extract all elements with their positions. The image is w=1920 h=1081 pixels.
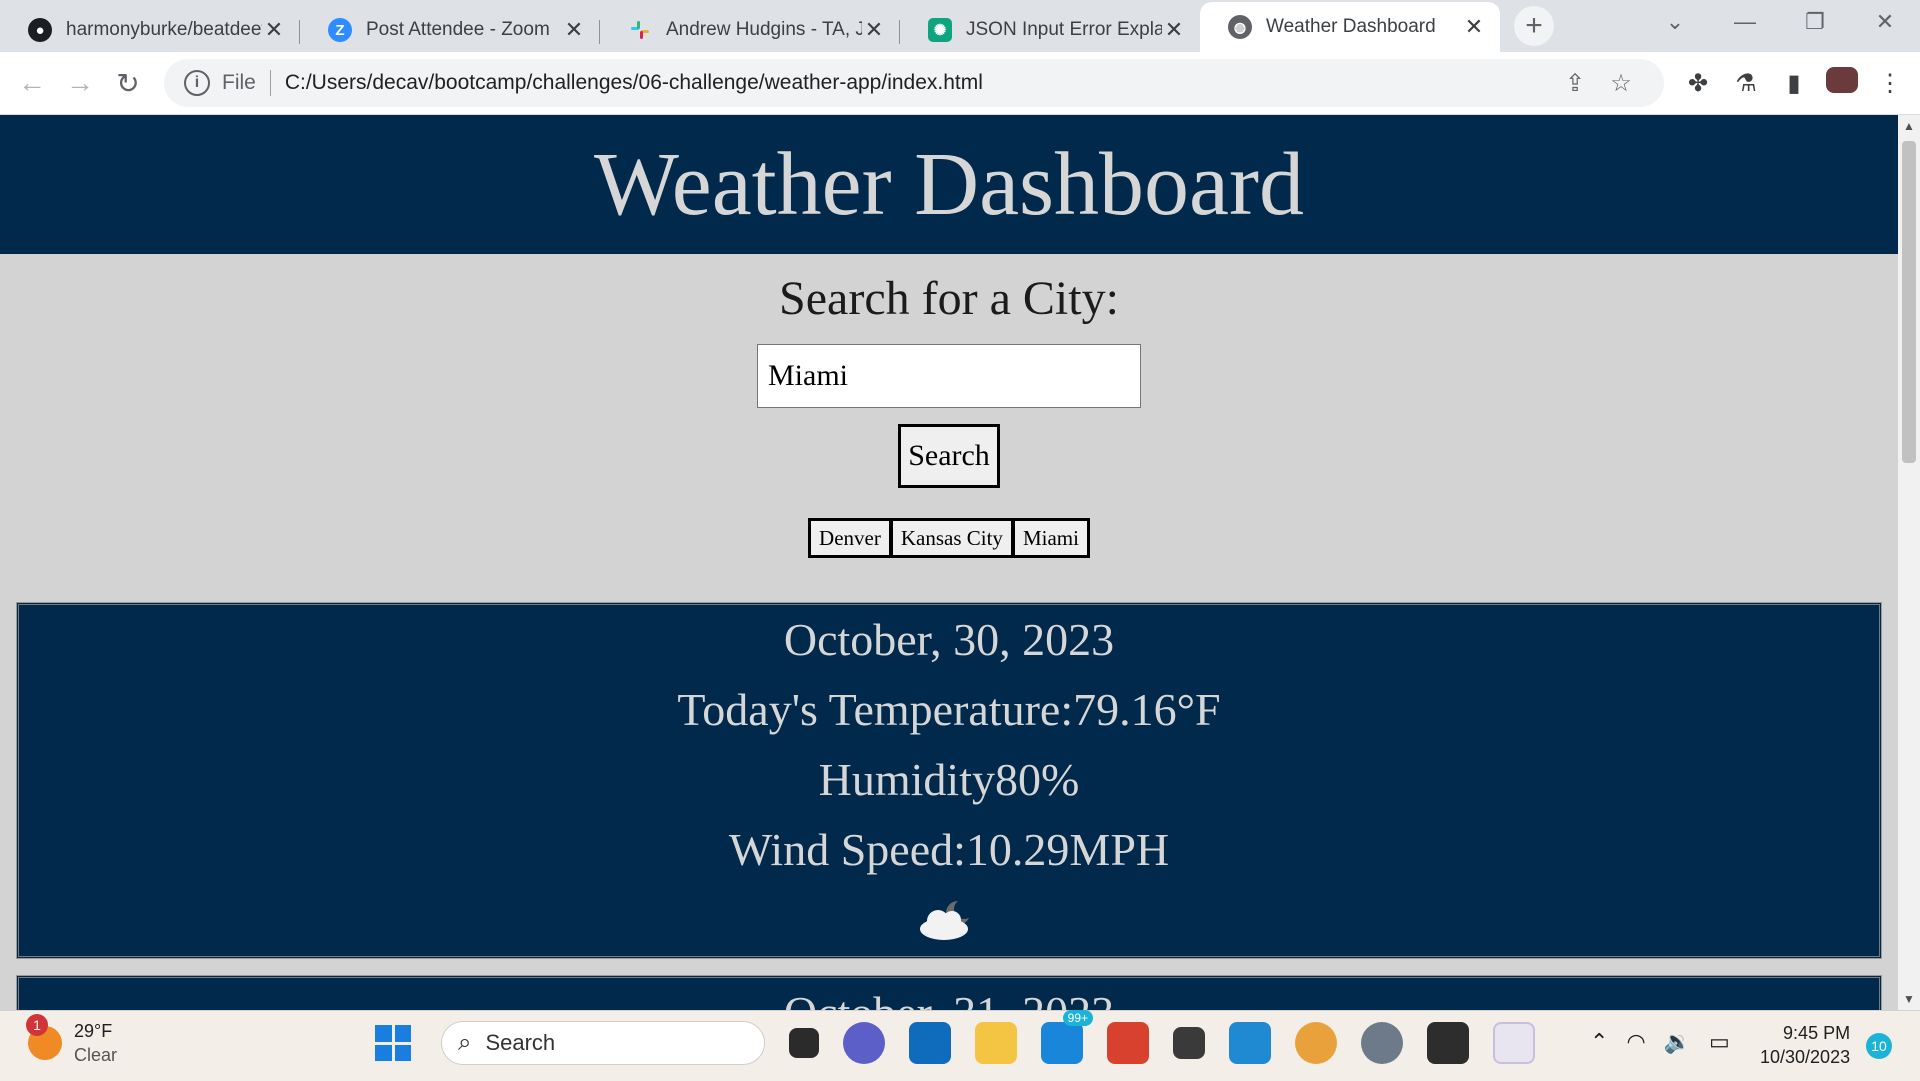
snipping-tool-icon[interactable] [1493,1022,1535,1064]
url-text[interactable]: C:/Users/decav/bootcamp/challenges/06-ch… [285,71,1552,95]
close-tab-icon[interactable]: ✕ [1462,14,1486,40]
tab-title: Weather Dashboard [1266,16,1436,37]
tab-search-icon[interactable]: ⌄ [1640,9,1710,35]
tab-chatgpt[interactable]: ✺ JSON Input Error Explana ✕ [900,8,1200,52]
weather-badge: 1 [26,1014,48,1036]
clock-date: 10/30/2023 [1760,1047,1851,1067]
tab-title: Post Attendee - Zoom [366,19,550,40]
city-search-input[interactable] [757,344,1141,408]
terminal-icon[interactable] [1427,1022,1469,1064]
window-controls: ⌄ — ❐ ✕ [1640,0,1920,44]
weather-widget[interactable]: 1 29°F Clear [26,1014,118,1067]
bookmark-star-icon[interactable]: ☆ [1598,69,1644,98]
scroll-up-arrow-icon[interactable]: ▲ [1898,115,1920,137]
new-tab-button[interactable]: + [1514,6,1554,46]
weather-desc: Clear [74,1045,118,1065]
forecast-humidity: Humidity80% [818,754,1080,805]
omnibox[interactable]: i File C:/Users/decav/bootcamp/challenge… [164,59,1664,107]
page-title: Weather Dashboard [594,135,1304,234]
forecast-date: October, 30, 2023 [783,614,1115,665]
store-icon[interactable] [909,1022,951,1064]
settings-gear-icon[interactable] [1361,1022,1403,1064]
chatgpt-icon: ✺ [928,18,952,42]
taskbar-search[interactable]: ⌕ Search [441,1021,765,1065]
system-tray: ⌃ ◠ 🔉 ▭ [1590,1029,1748,1055]
reload-button[interactable]: ↻ [104,67,152,100]
volume-icon[interactable]: 🔉 [1664,1029,1691,1055]
taskbar-clock[interactable]: 9:45 PM 10/30/2023 [1760,1021,1850,1069]
tab-github[interactable]: ● harmonyburke/beatdeets ✕ [0,8,300,52]
taskbar-search-label: Search [485,1030,556,1055]
history-button-denver[interactable]: Denver [808,518,892,558]
show-hidden-icons-chevron-icon[interactable]: ⌃ [1590,1029,1608,1055]
search-heading: Search for a City: [779,272,1119,325]
partly-cloudy-night-icon [17,885,1881,955]
tab-weather-dashboard[interactable]: ◍ Weather Dashboard ✕ [1200,2,1500,52]
toolbar-icons: ✤ ⚗ ▮ ⋮ [1674,66,1914,100]
profile-avatar[interactable] [1818,66,1866,100]
tab-slack[interactable]: Andrew Hudgins - TA, Jo ✕ [600,8,900,52]
address-toolbar: ← → ↻ i File C:/Users/decav/bootcamp/cha… [0,52,1920,115]
url-scheme-label: File [222,71,256,94]
scrollbar-thumb[interactable] [1902,141,1916,463]
site-header: Weather Dashboard [0,115,1898,254]
close-tab-icon[interactable]: ✕ [562,17,586,43]
forward-button[interactable]: → [56,67,104,99]
side-panel-icon[interactable]: ▮ [1770,69,1818,98]
app-red-icon[interactable] [1107,1022,1149,1064]
slack-icon [628,18,652,42]
tab-title: JSON Input Error Explana [966,19,1162,40]
mail-icon[interactable]: 99+ [1041,1010,1093,1064]
mail-count-badge: 99+ [1062,1010,1093,1026]
taskbar: 1 29°F Clear ⌕ Search 99+ ⌃ ◠ 🔉 ▭ 9:45 P… [0,1010,1920,1081]
zoom-icon: Z [328,18,352,42]
history-button-kansas-city[interactable]: Kansas City [889,518,1014,558]
labs-flask-icon[interactable]: ⚗ [1722,69,1770,98]
file-explorer-icon[interactable] [975,1022,1017,1064]
chrome-dev-icon[interactable] [1295,1022,1337,1064]
windows-start-icon[interactable] [375,1025,411,1061]
teams-chat-icon[interactable] [843,1022,885,1064]
tab-strip: ● harmonyburke/beatdeets ✕ Z Post Attend… [0,0,1920,52]
history-button-miami[interactable]: Miami [1011,518,1090,558]
minimize-icon[interactable]: — [1710,9,1780,35]
close-window-icon[interactable]: ✕ [1850,9,1920,35]
weather-temp: 29°F [74,1021,113,1041]
back-button[interactable]: ← [8,67,56,99]
clock-time: 9:45 PM [1783,1023,1851,1043]
restore-icon[interactable]: ❐ [1780,9,1850,35]
search-history: Denver Kansas City Miami [0,518,1898,558]
forecast-card: October, 31, 2023 [16,975,1882,1010]
notification-count-badge[interactable]: 10 [1866,1033,1892,1059]
app-s-icon[interactable] [1173,1027,1205,1059]
extensions-icon[interactable]: ✤ [1674,69,1722,98]
tab-zoom[interactable]: Z Post Attendee - Zoom ✕ [300,8,600,52]
close-tab-icon[interactable]: ✕ [862,17,886,43]
forecast-temperature: Today's Temperature:79.16°F [677,684,1221,735]
close-tab-icon[interactable]: ✕ [262,17,286,43]
weather-moon-icon: 1 [26,1014,62,1060]
search-icon: ⌕ [458,1029,472,1056]
share-icon[interactable]: ⇪ [1552,69,1598,98]
globe-icon: ◍ [1228,15,1252,39]
forecast-date: October, 31, 2023 [17,978,1881,1010]
page-scrollbar[interactable]: ▲ ▼ [1898,115,1920,1010]
close-tab-icon[interactable]: ✕ [1162,17,1186,43]
scroll-down-arrow-icon[interactable]: ▼ [1898,988,1920,1010]
github-icon: ● [28,18,52,42]
vscode-icon[interactable] [1229,1022,1271,1064]
page-viewport: Weather Dashboard Search for a City: Sea… [0,115,1898,1010]
tab-title: Andrew Hudgins - TA, Jo [666,19,862,40]
menu-kebab-icon[interactable]: ⋮ [1866,69,1914,98]
search-button[interactable]: Search [898,424,1000,488]
site-info-icon[interactable]: i [184,70,210,96]
forecast-card: October, 30, 2023 Today's Temperature:79… [16,602,1882,959]
forecast-wind: Wind Speed:10.29MPH [728,824,1170,875]
wifi-icon[interactable]: ◠ [1626,1029,1645,1055]
battery-icon[interactable]: ▭ [1709,1029,1730,1055]
tab-title: harmonyburke/beatdeets [66,19,262,40]
task-view-icon[interactable] [789,1028,819,1058]
